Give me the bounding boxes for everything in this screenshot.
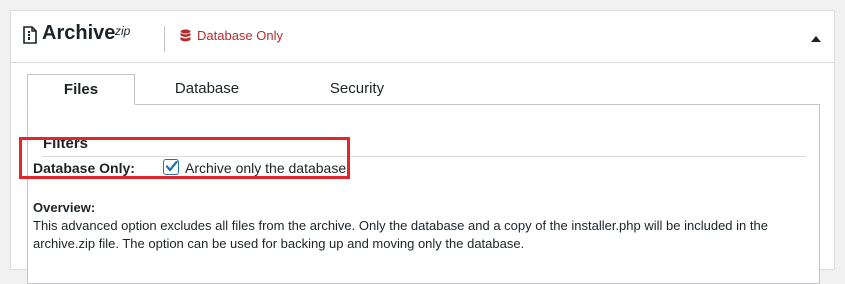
files-tab-content: Filters <box>27 104 820 284</box>
tab-files[interactable]: Files <box>27 74 135 105</box>
overview-label: Overview: <box>33 200 96 215</box>
tab-files-label: Files <box>63 81 99 98</box>
database-only-badge: Database Only <box>180 28 283 43</box>
tab-database-label: Database <box>174 80 240 97</box>
tab-security[interactable]: Security <box>297 74 417 103</box>
archive-only-database-label[interactable]: Archive only the database <box>185 160 346 176</box>
caret-up-icon[interactable] <box>810 31 822 42</box>
panel-header: Archive zip Database Only <box>11 11 834 63</box>
database-only-badge-label: Database Only <box>197 28 283 43</box>
tab-database[interactable]: Database <box>147 74 267 103</box>
panel-title: Archive <box>42 22 116 44</box>
header-rule <box>11 62 834 63</box>
checkmark-icon <box>165 160 178 172</box>
archive-only-database-checkbox[interactable] <box>163 159 179 175</box>
database-only-label: Database Only: <box>33 160 135 176</box>
tab-security-label: Security <box>329 80 385 97</box>
database-icon <box>180 29 191 43</box>
panel-title-superscript: zip <box>115 24 131 38</box>
overview-description: This advanced option excludes all files … <box>33 218 768 251</box>
archive-file-icon <box>23 26 37 44</box>
header-divider <box>164 26 165 52</box>
